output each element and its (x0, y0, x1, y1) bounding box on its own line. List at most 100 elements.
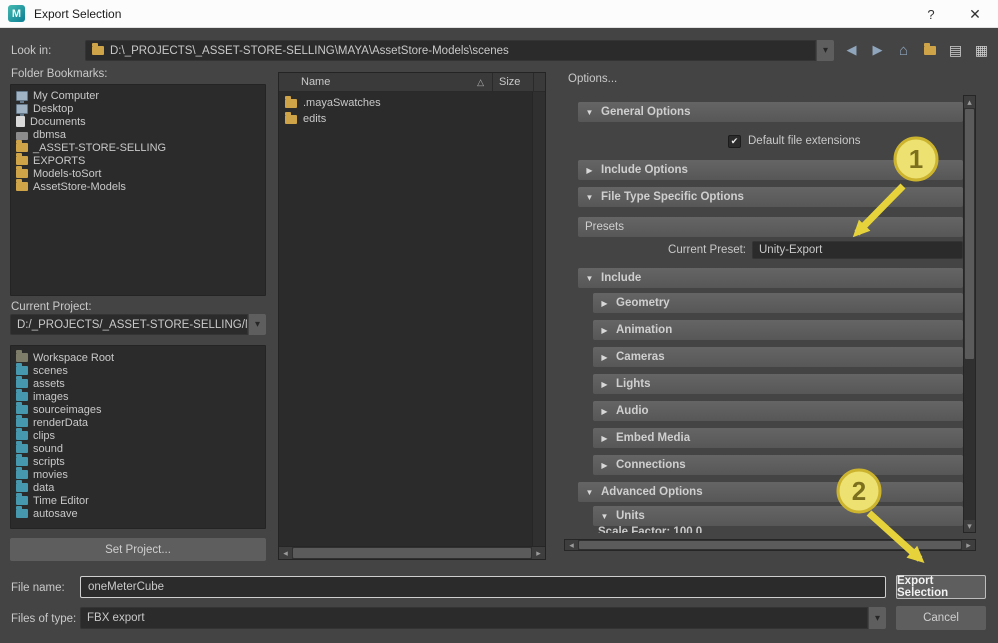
file-list-panel: Name △ Size .mayaSwatches edits ◂ ▸ (278, 72, 546, 560)
default-file-extensions-option[interactable]: ✔ Default file extensions (728, 133, 861, 149)
size-column-header[interactable]: Size (492, 73, 533, 91)
scroll-left-icon[interactable]: ◂ (279, 547, 292, 559)
folder-icon (16, 179, 28, 191)
checkbox-checked-icon[interactable]: ✔ (728, 134, 741, 148)
project-item-workspace-root[interactable]: Workspace Root (16, 350, 265, 364)
title-bar: M Export Selection ? ✕ (0, 0, 998, 28)
project-item-label: Time Editor (33, 494, 89, 507)
section-advanced-options[interactable]: ▼ Advanced Options (578, 482, 963, 502)
export-selection-button[interactable]: Export Selection (896, 575, 986, 599)
options-vertical-scrollbar[interactable]: ▴ ▾ (963, 95, 976, 533)
section-geometry[interactable]: ▶ Geometry (593, 293, 963, 313)
scroll-right-icon[interactable]: ▸ (962, 540, 975, 550)
look-in-label: Look in: (11, 45, 52, 57)
section-general-options[interactable]: ▼ General Options (578, 102, 963, 122)
current-project-combobox[interactable]: D:/_PROJECTS/_ASSET-STORE-SELLING/MAYA/ … (10, 314, 266, 335)
look-in-combobox[interactable]: D:\_PROJECTS\_ASSET-STORE-SELLING\MAYA\A… (85, 40, 834, 61)
look-in-path-field[interactable]: D:\_PROJECTS\_ASSET-STORE-SELLING\MAYA\A… (85, 40, 816, 61)
scrollbar-thumb[interactable] (293, 548, 531, 558)
section-label: Animation (616, 324, 673, 336)
section-include[interactable]: ▼ Include (578, 268, 963, 288)
back-icon[interactable]: ◀ (842, 40, 861, 60)
bookmark-label: AssetStore-Models (33, 180, 126, 193)
current-preset-label: Current Preset: (668, 244, 746, 256)
close-button[interactable]: ✕ (954, 0, 996, 28)
bookmark-my-computer[interactable]: My Computer (16, 89, 265, 103)
set-project-button[interactable]: Set Project... (10, 538, 266, 561)
section-label: Include (601, 272, 642, 284)
current-preset-row: Current Preset: Unity-Export (578, 241, 963, 259)
name-column-header[interactable]: Name △ (279, 73, 492, 91)
bookmark-assetstore-models[interactable]: AssetStore-Models (16, 179, 265, 193)
file-list-vertical-scrollbar[interactable] (532, 92, 545, 548)
bookmark-label: Desktop (33, 102, 74, 115)
current-project-dropdown-arrow-icon[interactable]: ▾ (249, 314, 266, 335)
project-item-images[interactable]: images (16, 389, 265, 403)
section-embed-media[interactable]: ▶ Embed Media (593, 428, 963, 448)
scroll-down-icon[interactable]: ▾ (964, 520, 975, 532)
cancel-button[interactable]: Cancel (896, 606, 986, 630)
section-connections[interactable]: ▶ Connections (593, 455, 963, 475)
options-horizontal-scrollbar[interactable]: ◂ ▸ (564, 539, 976, 551)
home-icon[interactable]: ⌂ (894, 40, 913, 60)
folder-icon (16, 363, 28, 375)
project-item-autosave[interactable]: autosave (16, 506, 265, 520)
files-of-type-combobox[interactable]: FBX export ▾ (80, 607, 886, 629)
file-list-horizontal-scrollbar[interactable]: ◂ ▸ (279, 546, 545, 559)
file-list: .mayaSwatches edits (279, 92, 532, 548)
file-name-input[interactable] (80, 576, 886, 598)
section-lights[interactable]: ▶ Lights (593, 374, 963, 394)
bookmark-exports[interactable]: EXPORTS (16, 153, 265, 167)
details-view-icon[interactable]: ▦ (972, 40, 991, 60)
look-in-dropdown-arrow-icon[interactable]: ▾ (817, 40, 834, 61)
scroll-left-icon[interactable]: ◂ (565, 540, 578, 550)
file-row-mayaswatches[interactable]: .mayaSwatches (285, 95, 532, 111)
section-cameras[interactable]: ▶ Cameras (593, 347, 963, 367)
project-item-sourceimages[interactable]: sourceimages (16, 402, 265, 416)
options-panel: Options... ▼ General Options ✔ Default f… (558, 62, 990, 554)
files-of-type-field[interactable]: FBX export (80, 607, 868, 629)
bookmark-documents[interactable]: Documents (16, 115, 265, 128)
section-units[interactable]: ▼ Units (593, 506, 963, 526)
bookmark-dbmsa[interactable]: dbmsa (16, 128, 265, 141)
project-item-movies[interactable]: movies (16, 467, 265, 481)
bookmark-desktop[interactable]: Desktop (16, 102, 265, 116)
section-include-options[interactable]: ▶ Include Options (578, 160, 963, 180)
project-item-scenes[interactable]: scenes (16, 363, 265, 377)
project-item-label: assets (33, 377, 65, 390)
folder-icon (16, 480, 28, 492)
dialog-toolbar: ◀ ▶ ⌂ ▤ ▦ (842, 38, 991, 62)
project-item-data[interactable]: data (16, 480, 265, 494)
project-item-label: autosave (33, 507, 78, 520)
look-in-path: D:\_PROJECTS\_ASSET-STORE-SELLING\MAYA\A… (110, 44, 509, 57)
bookmark-asset-store-selling[interactable]: _ASSET-STORE-SELLING (16, 140, 265, 154)
scroll-right-icon[interactable]: ▸ (532, 547, 545, 559)
section-audio[interactable]: ▶ Audio (593, 401, 963, 421)
project-item-time-editor[interactable]: Time Editor (16, 493, 265, 507)
new-folder-icon[interactable] (920, 40, 939, 60)
project-item-assets[interactable]: assets (16, 376, 265, 390)
forward-icon[interactable]: ▶ (868, 40, 887, 60)
project-item-scripts[interactable]: scripts (16, 454, 265, 468)
project-item-sound[interactable]: sound (16, 441, 265, 455)
section-animation[interactable]: ▶ Animation (593, 320, 963, 340)
file-row-edits[interactable]: edits (285, 111, 532, 127)
help-button[interactable]: ? (910, 0, 952, 28)
bookmark-models-tosort[interactable]: Models-toSort (16, 166, 265, 180)
project-item-renderdata[interactable]: renderData (16, 415, 265, 429)
file-name-label: File name: (11, 582, 65, 594)
section-file-type-specific-options[interactable]: ▼ File Type Specific Options (578, 187, 963, 207)
chevron-right-icon: ▶ (586, 165, 593, 175)
bookmark-label: dbmsa (33, 128, 67, 141)
files-of-type-dropdown-arrow-icon[interactable]: ▾ (869, 607, 886, 629)
scroll-up-icon[interactable]: ▴ (964, 96, 975, 108)
folder-icon (16, 493, 28, 505)
scrollbar-thumb[interactable] (579, 541, 961, 549)
section-label: Connections (616, 459, 686, 471)
current-preset-dropdown[interactable]: Unity-Export (752, 241, 963, 259)
current-project-field[interactable]: D:/_PROJECTS/_ASSET-STORE-SELLING/MAYA/ (10, 314, 248, 335)
folder-icon (16, 441, 28, 453)
scrollbar-thumb[interactable] (965, 109, 974, 359)
list-view-icon[interactable]: ▤ (946, 40, 965, 60)
project-item-clips[interactable]: clips (16, 428, 265, 442)
